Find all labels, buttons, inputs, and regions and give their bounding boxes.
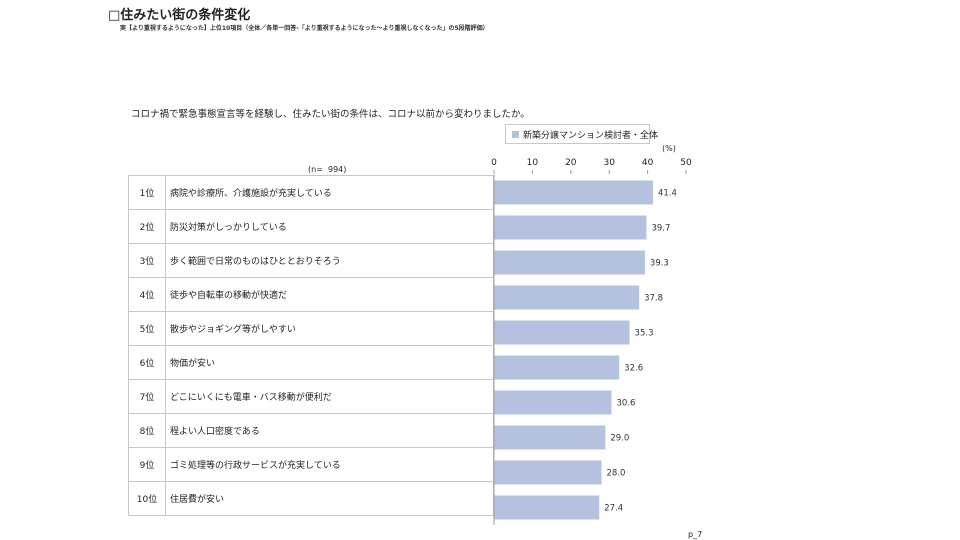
x-tick-label: 10 (527, 158, 539, 168)
x-tick-label: 30 (603, 158, 615, 168)
data-label: 39.3 (650, 259, 669, 269)
bar-chart: 0 10 20 30 40 50 41.4 39.7 39.3 37.8 35.3 32.6 30.6 2… (491, 158, 692, 525)
bar (494, 390, 612, 415)
data-label: 35.3 (635, 329, 654, 339)
x-tick-label: 50 (680, 158, 692, 168)
bar (494, 495, 600, 520)
bar (494, 215, 647, 240)
x-tick-label: 20 (565, 158, 577, 168)
data-label: 28.0 (607, 469, 626, 479)
bar (494, 285, 640, 310)
data-label: 37.8 (644, 294, 663, 304)
data-label: 39.7 (651, 224, 670, 234)
bar (494, 460, 602, 485)
x-tick-label: 40 (642, 158, 654, 168)
page-number: p_7 (688, 530, 703, 539)
bar (494, 320, 630, 345)
data-label: 29.0 (610, 434, 629, 444)
data-label: 32.6 (624, 364, 643, 374)
bar (494, 180, 653, 205)
data-label: 27.4 (604, 504, 623, 514)
bar (494, 425, 606, 450)
data-label: 30.6 (617, 399, 636, 409)
data-label: 41.4 (658, 189, 677, 199)
x-tick-label: 0 (491, 158, 497, 168)
bar (494, 355, 620, 380)
bar (494, 250, 645, 275)
